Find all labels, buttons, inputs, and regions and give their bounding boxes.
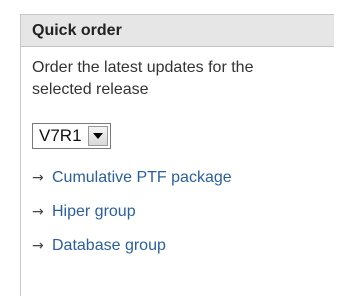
- link-label[interactable]: Database group: [52, 237, 166, 255]
- release-select-value: V7R1: [39, 126, 82, 145]
- panel-description: Order the latest updates for the selecte…: [32, 59, 254, 98]
- link-label[interactable]: Hiper group: [52, 203, 136, 221]
- arrow-right-icon: →: [32, 238, 44, 254]
- quick-order-panel: Quick order Order the latest updates for…: [20, 14, 334, 296]
- arrow-right-icon: →: [32, 204, 44, 220]
- release-select-dropdown-button[interactable]: [87, 126, 108, 146]
- chevron-down-icon: [92, 133, 103, 139]
- quick-order-links: → Cumulative PTF package → Hiper group →…: [32, 161, 323, 263]
- panel-header: Quick order: [21, 15, 334, 47]
- link-hiper-group[interactable]: → Hiper group: [32, 195, 323, 229]
- link-cumulative-ptf-package[interactable]: → Cumulative PTF package: [32, 161, 323, 195]
- link-label[interactable]: Cumulative PTF package: [52, 169, 232, 187]
- link-database-group[interactable]: → Database group: [32, 229, 323, 263]
- arrow-right-icon: →: [32, 170, 44, 186]
- release-select[interactable]: V7R1: [32, 123, 111, 149]
- panel-title: Quick order: [32, 21, 122, 39]
- panel-body: Order the latest updates for the selecte…: [21, 47, 334, 263]
